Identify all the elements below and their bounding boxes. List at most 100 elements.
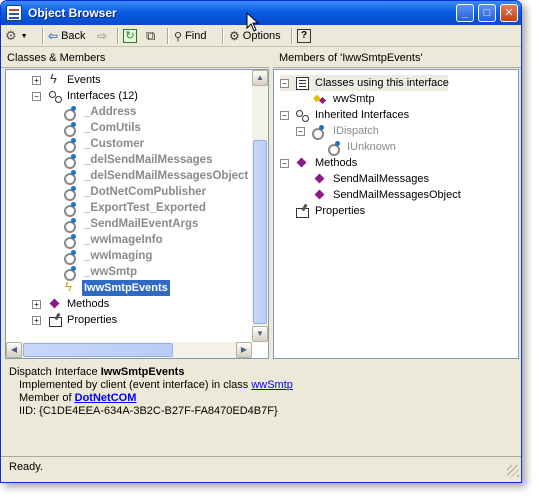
collapse-icon[interactable]: − [280,111,289,120]
tree-item-label: IwwSmtpEvents [82,280,170,296]
tree-node-classes-using[interactable]: − Classes using this interface [280,75,449,91]
expand-icon[interactable]: + [32,300,41,309]
gear-icon: ⚙ [5,28,17,43]
implemented-class-link[interactable]: wwSmtp [251,379,293,391]
options-icon: ⚙ [229,29,240,43]
tree-item-label: _wwSmtp [84,266,138,278]
tree-item-label: _Customer [84,138,145,150]
toolbar-separator [117,28,119,44]
interface-icon [62,232,78,249]
left-vertical-scrollbar[interactable]: ▲ ▼ [252,70,268,342]
find-button[interactable]: ⚲ Find [174,27,206,45]
collapse-icon[interactable]: − [280,159,289,168]
title-bar[interactable]: Object Browser _ □ ✕ [1,1,521,25]
tree-node-label: Events [67,74,101,86]
tree-node-label: Inherited Interfaces [315,109,410,121]
collapse-icon[interactable]: − [280,79,289,88]
scroll-thumb[interactable] [23,343,173,357]
copy-button[interactable]: ⧉ [146,27,155,45]
member-of-text: Member of [19,392,75,404]
interface-icon [62,216,78,233]
refresh-icon: ↻ [123,29,137,43]
tree-item-label: _SendMailEventArgs [84,218,199,230]
interfaces-node-icon [294,107,310,123]
tree-item-label: _ExportTest_Exported [84,202,206,214]
tree-item-label: IUnknown [347,141,396,153]
events-icon [47,71,63,88]
properties-node-icon [294,203,310,219]
tree-node-label: Classes using this interface [315,77,449,89]
description-member-of: Member of DotNetCOM [9,392,515,405]
scroll-left-icon[interactable]: ◀ [6,342,22,358]
interface-icon [326,139,342,156]
method-icon [312,171,328,187]
tree-item-label: _delSendMailMessagesObject [84,170,249,182]
resize-grip-icon[interactable] [507,465,519,477]
scroll-up-icon[interactable]: ▲ [252,70,268,86]
tree-item-label: _Address [84,106,137,118]
interface-icon [62,104,78,121]
help-button[interactable]: ? [297,27,311,45]
event-interface-icon [62,279,78,296]
window-title: Object Browser [28,6,117,20]
back-button[interactable]: ⇦ Back [48,27,86,45]
object-browser-window: Object Browser _ □ ✕ ⚙ ▼ ⇦ Back ⇨ ↻ ⧉ ⚲ … [0,0,522,483]
list-icon [294,75,310,91]
right-pane-header: Members of 'IwwSmtpEvents' [273,48,521,68]
methods-node-icon [294,155,310,171]
scroll-down-icon[interactable]: ▼ [252,326,268,342]
copy-icon: ⧉ [146,28,156,43]
tree-node-label: Properties [67,314,118,326]
description-implemented: Implemented by client (event interface) … [9,379,515,392]
chevron-down-icon: ▼ [20,32,28,40]
tree-item-label: _wwImaging [84,250,153,262]
status-bar: Ready. [1,456,521,479]
tree-item-label: wwSmtp [333,93,375,105]
tree-item-label: IDispatch [333,125,379,137]
interface-icon [62,136,78,153]
description-title: Dispatch Interface IwwSmtpEvents [9,366,515,379]
minimize-button[interactable]: _ [456,4,474,22]
object-browser-icon [6,5,22,21]
tree-node-label: Interfaces (12) [67,90,138,102]
member-of-link[interactable]: DotNetCOM [75,392,137,404]
close-button[interactable]: ✕ [500,4,518,22]
classes-members-tree[interactable]: + Events − Interfaces (12) _Address _Com… [5,69,269,359]
tree-node-label: Methods [315,157,358,169]
interface-icon [62,184,78,201]
toolbar-separator [291,28,293,44]
toolbar-separator [42,28,44,44]
interface-icon [62,264,78,281]
description-pane: Dispatch Interface IwwSmtpEvents Impleme… [5,364,519,454]
back-arrow-icon: ⇦ [48,29,59,43]
maximize-button[interactable]: □ [478,4,496,22]
description-iid: IID: {C1DE4EEA-634A-3B2C-B27F-FA8470ED4B… [19,405,278,417]
interface-icon [62,152,78,169]
forward-button[interactable]: ⇨ [97,27,107,45]
method-icon [312,187,328,203]
left-pane-header: Classes & Members [1,48,269,68]
scroll-right-icon[interactable]: ▶ [236,342,252,358]
view-dropdown-button[interactable]: ⚙ ▼ [5,27,39,45]
toolbar-separator [167,28,169,44]
class-icon [312,91,328,107]
members-tree[interactable]: − Classes using this interface wwSmtp − … [273,69,519,359]
collapse-icon[interactable]: − [32,92,41,101]
toolbar-separator [222,28,224,44]
description-name: IwwSmtpEvents [100,366,185,378]
sync-button[interactable]: ↻ [123,27,137,45]
interface-icon [62,168,78,185]
methods-node-icon [47,296,63,312]
expand-icon[interactable]: + [32,316,41,325]
status-text: Ready. [9,461,44,473]
scroll-thumb[interactable] [253,140,267,324]
collapse-icon[interactable]: − [296,127,305,136]
toolbar: ⚙ ▼ ⇦ Back ⇨ ↻ ⧉ ⚲ Find ⚙ Options ? [1,25,521,47]
properties-node-icon [47,312,63,328]
expand-icon[interactable]: + [32,76,41,85]
tree-item-label: _wwImageInfo [84,234,163,246]
left-horizontal-scrollbar[interactable]: ◀ ▶ [6,342,252,358]
mouse-cursor-icon [246,12,260,32]
interface-icon [62,248,78,265]
help-icon: ? [297,29,311,43]
